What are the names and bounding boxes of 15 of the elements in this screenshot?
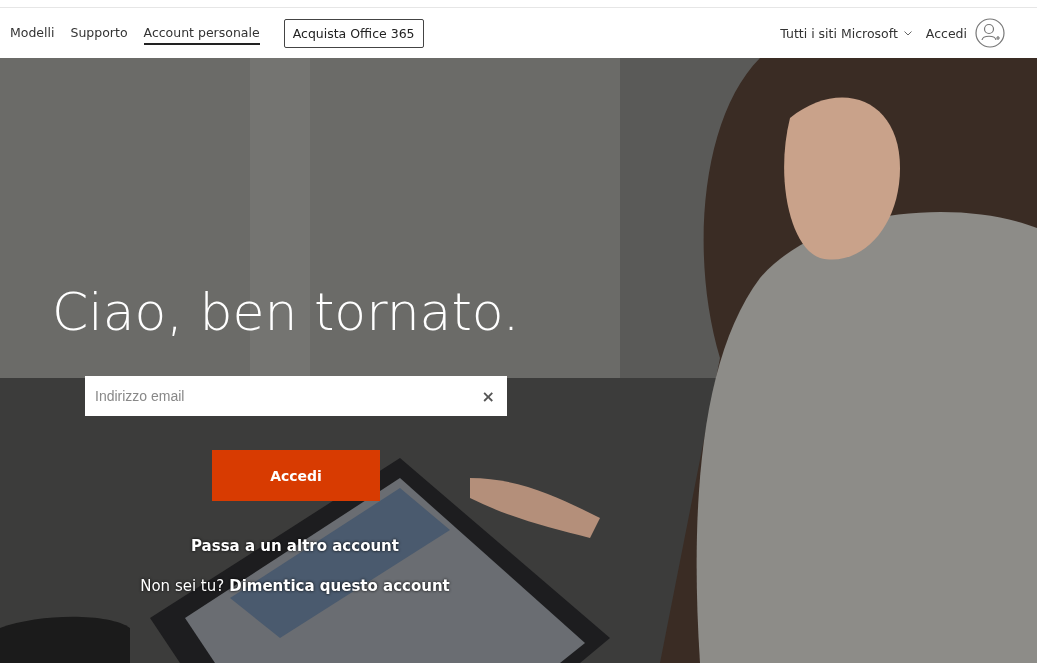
email-field[interactable]: Indirizzo email ×: [85, 376, 507, 416]
nav-link[interactable]: Supporto: [70, 21, 128, 45]
chevron-down-icon: [903, 30, 912, 36]
sign-in-link[interactable]: Accedi: [925, 25, 967, 41]
clear-icon[interactable]: ×: [481, 386, 495, 406]
all-sites-menu[interactable]: Tutti i siti Microsoft: [780, 25, 898, 41]
buy-button[interactable]: Acquista Office 365: [283, 18, 424, 48]
nav-link[interactable]: Modelli: [10, 21, 55, 45]
sign-in-button[interactable]: Accedi: [212, 450, 380, 501]
user-icon[interactable]: [975, 18, 1005, 48]
forget-account-link[interactable]: Dimentica questo account: [229, 577, 450, 595]
prompt-text: Non sei tu?: [140, 577, 225, 595]
switch-account-link[interactable]: Passa a un altro account: [191, 537, 399, 555]
heading: Ciao, ben tornato.: [52, 281, 521, 344]
nav-link[interactable]: Account personale: [143, 21, 260, 45]
